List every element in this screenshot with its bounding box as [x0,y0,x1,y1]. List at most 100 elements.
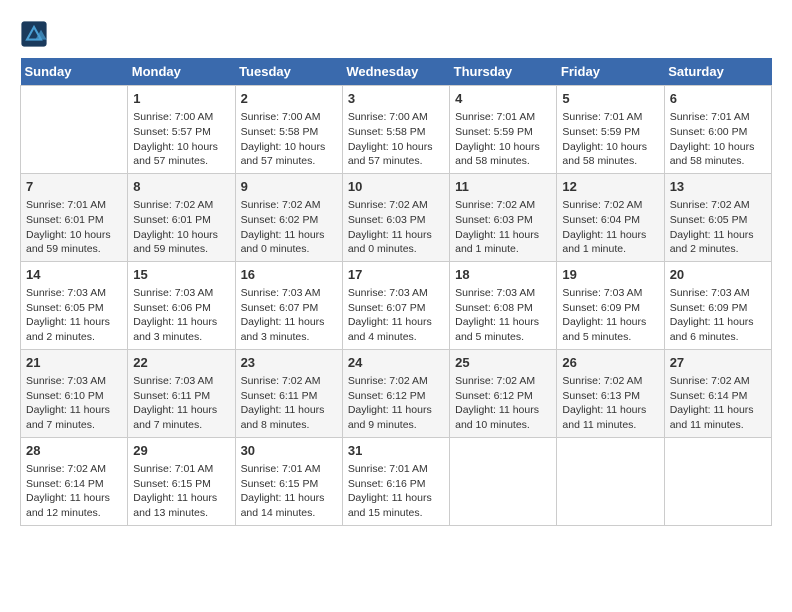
cell-content: Sunrise: 7:01 AMSunset: 6:16 PMDaylight:… [348,462,444,521]
col-header-saturday: Saturday [664,58,771,86]
col-header-wednesday: Wednesday [342,58,449,86]
calendar-cell: 3 Sunrise: 7:00 AMSunset: 5:58 PMDaylight… [342,86,449,174]
week-row-4: 21 Sunrise: 7:03 AMSunset: 6:10 PMDayligh… [21,349,772,437]
day-number: 30 [241,442,337,460]
logo [20,20,52,48]
cell-content: Sunrise: 7:03 AMSunset: 6:05 PMDaylight:… [26,286,122,345]
column-headers: SundayMondayTuesdayWednesdayThursdayFrid… [21,58,772,86]
calendar-cell: 30 Sunrise: 7:01 AMSunset: 6:15 PMDayligh… [235,437,342,525]
day-number: 21 [26,354,122,372]
calendar-cell: 12 Sunrise: 7:02 AMSunset: 6:04 PMDayligh… [557,173,664,261]
day-number: 10 [348,178,444,196]
day-number: 7 [26,178,122,196]
day-number: 26 [562,354,658,372]
day-number: 13 [670,178,766,196]
cell-content: Sunrise: 7:00 AMSunset: 5:58 PMDaylight:… [241,110,337,169]
calendar-body: 1 Sunrise: 7:00 AMSunset: 5:57 PMDaylight… [21,86,772,526]
cell-content: Sunrise: 7:02 AMSunset: 6:13 PMDaylight:… [562,374,658,433]
calendar-cell: 13 Sunrise: 7:02 AMSunset: 6:05 PMDayligh… [664,173,771,261]
cell-content: Sunrise: 7:02 AMSunset: 6:02 PMDaylight:… [241,198,337,257]
col-header-friday: Friday [557,58,664,86]
cell-content: Sunrise: 7:03 AMSunset: 6:07 PMDaylight:… [348,286,444,345]
cell-content: Sunrise: 7:02 AMSunset: 6:12 PMDaylight:… [348,374,444,433]
week-row-1: 1 Sunrise: 7:00 AMSunset: 5:57 PMDaylight… [21,86,772,174]
cell-content: Sunrise: 7:01 AMSunset: 6:15 PMDaylight:… [133,462,229,521]
day-number: 9 [241,178,337,196]
week-row-2: 7 Sunrise: 7:01 AMSunset: 6:01 PMDaylight… [21,173,772,261]
cell-content: Sunrise: 7:03 AMSunset: 6:09 PMDaylight:… [562,286,658,345]
week-row-3: 14 Sunrise: 7:03 AMSunset: 6:05 PMDayligh… [21,261,772,349]
calendar-cell [21,86,128,174]
col-header-thursday: Thursday [450,58,557,86]
col-header-monday: Monday [128,58,235,86]
calendar-cell: 17 Sunrise: 7:03 AMSunset: 6:07 PMDayligh… [342,261,449,349]
day-number: 24 [348,354,444,372]
day-number: 14 [26,266,122,284]
calendar-cell [450,437,557,525]
cell-content: Sunrise: 7:03 AMSunset: 6:07 PMDaylight:… [241,286,337,345]
calendar-cell: 18Sunrise: 7:03 AMSunset: 6:08 PMDayligh… [450,261,557,349]
calendar-cell: 31 Sunrise: 7:01 AMSunset: 6:16 PMDayligh… [342,437,449,525]
calendar-cell: 14 Sunrise: 7:03 AMSunset: 6:05 PMDayligh… [21,261,128,349]
cell-content: Sunrise: 7:00 AMSunset: 5:57 PMDaylight:… [133,110,229,169]
day-number: 29 [133,442,229,460]
day-number: 31 [348,442,444,460]
day-number: 25 [455,354,551,372]
cell-content: Sunrise: 7:02 AMSunset: 6:12 PMDaylight:… [455,374,551,433]
cell-content: Sunrise: 7:02 AMSunset: 6:14 PMDaylight:… [670,374,766,433]
cell-content: Sunrise: 7:02 AMSunset: 6:03 PMDaylight:… [455,198,551,257]
calendar-cell: 6 Sunrise: 7:01 AMSunset: 6:00 PMDaylight… [664,86,771,174]
day-number: 3 [348,90,444,108]
calendar-cell: 2 Sunrise: 7:00 AMSunset: 5:58 PMDaylight… [235,86,342,174]
day-number: 5 [562,90,658,108]
day-number: 23 [241,354,337,372]
col-header-tuesday: Tuesday [235,58,342,86]
calendar-cell: 7 Sunrise: 7:01 AMSunset: 6:01 PMDaylight… [21,173,128,261]
day-number: 11 [455,178,551,196]
cell-content: Sunrise: 7:01 AMSunset: 6:01 PMDaylight:… [26,198,122,257]
week-row-5: 28Sunrise: 7:02 AMSunset: 6:14 PMDayligh… [21,437,772,525]
cell-content: Sunrise: 7:03 AMSunset: 6:10 PMDaylight:… [26,374,122,433]
col-header-sunday: Sunday [21,58,128,86]
cell-content: Sunrise: 7:00 AMSunset: 5:58 PMDaylight:… [348,110,444,169]
calendar-cell: 22 Sunrise: 7:03 AMSunset: 6:11 PMDayligh… [128,349,235,437]
day-number: 2 [241,90,337,108]
calendar-cell: 8 Sunrise: 7:02 AMSunset: 6:01 PMDaylight… [128,173,235,261]
calendar-cell: 19Sunrise: 7:03 AMSunset: 6:09 PMDayligh… [557,261,664,349]
calendar-cell: 4Sunrise: 7:01 AMSunset: 5:59 PMDaylight… [450,86,557,174]
calendar-cell [557,437,664,525]
calendar-cell: 26 Sunrise: 7:02 AMSunset: 6:13 PMDayligh… [557,349,664,437]
cell-content: Sunrise: 7:02 AMSunset: 6:11 PMDaylight:… [241,374,337,433]
cell-content: Sunrise: 7:02 AMSunset: 6:04 PMDaylight:… [562,198,658,257]
cell-content: Sunrise: 7:02 AMSunset: 6:05 PMDaylight:… [670,198,766,257]
day-number: 28 [26,442,122,460]
calendar-cell: 15 Sunrise: 7:03 AMSunset: 6:06 PMDayligh… [128,261,235,349]
calendar-table: SundayMondayTuesdayWednesdayThursdayFrid… [20,58,772,526]
cell-content: Sunrise: 7:02 AMSunset: 6:03 PMDaylight:… [348,198,444,257]
cell-content: Sunrise: 7:03 AMSunset: 6:11 PMDaylight:… [133,374,229,433]
day-number: 12 [562,178,658,196]
cell-content: Sunrise: 7:03 AMSunset: 6:06 PMDaylight:… [133,286,229,345]
cell-content: Sunrise: 7:02 AMSunset: 6:01 PMDaylight:… [133,198,229,257]
day-number: 15 [133,266,229,284]
day-number: 20 [670,266,766,284]
calendar-cell: 29 Sunrise: 7:01 AMSunset: 6:15 PMDayligh… [128,437,235,525]
day-number: 1 [133,90,229,108]
calendar-cell: 5Sunrise: 7:01 AMSunset: 5:59 PMDaylight… [557,86,664,174]
calendar-cell [664,437,771,525]
calendar-cell: 10 Sunrise: 7:02 AMSunset: 6:03 PMDayligh… [342,173,449,261]
calendar-cell: 20Sunrise: 7:03 AMSunset: 6:09 PMDayligh… [664,261,771,349]
page-header [20,20,772,48]
calendar-cell: 23 Sunrise: 7:02 AMSunset: 6:11 PMDayligh… [235,349,342,437]
cell-content: Sunrise: 7:01 AMSunset: 6:15 PMDaylight:… [241,462,337,521]
calendar-cell: 21 Sunrise: 7:03 AMSunset: 6:10 PMDayligh… [21,349,128,437]
calendar-cell: 25 Sunrise: 7:02 AMSunset: 6:12 PMDayligh… [450,349,557,437]
day-number: 17 [348,266,444,284]
calendar-cell: 27Sunrise: 7:02 AMSunset: 6:14 PMDayligh… [664,349,771,437]
day-number: 22 [133,354,229,372]
cell-content: Sunrise: 7:03 AMSunset: 6:08 PMDaylight:… [455,286,551,345]
day-number: 8 [133,178,229,196]
cell-content: Sunrise: 7:01 AMSunset: 6:00 PMDaylight:… [670,110,766,169]
day-number: 6 [670,90,766,108]
calendar-cell: 28Sunrise: 7:02 AMSunset: 6:14 PMDayligh… [21,437,128,525]
